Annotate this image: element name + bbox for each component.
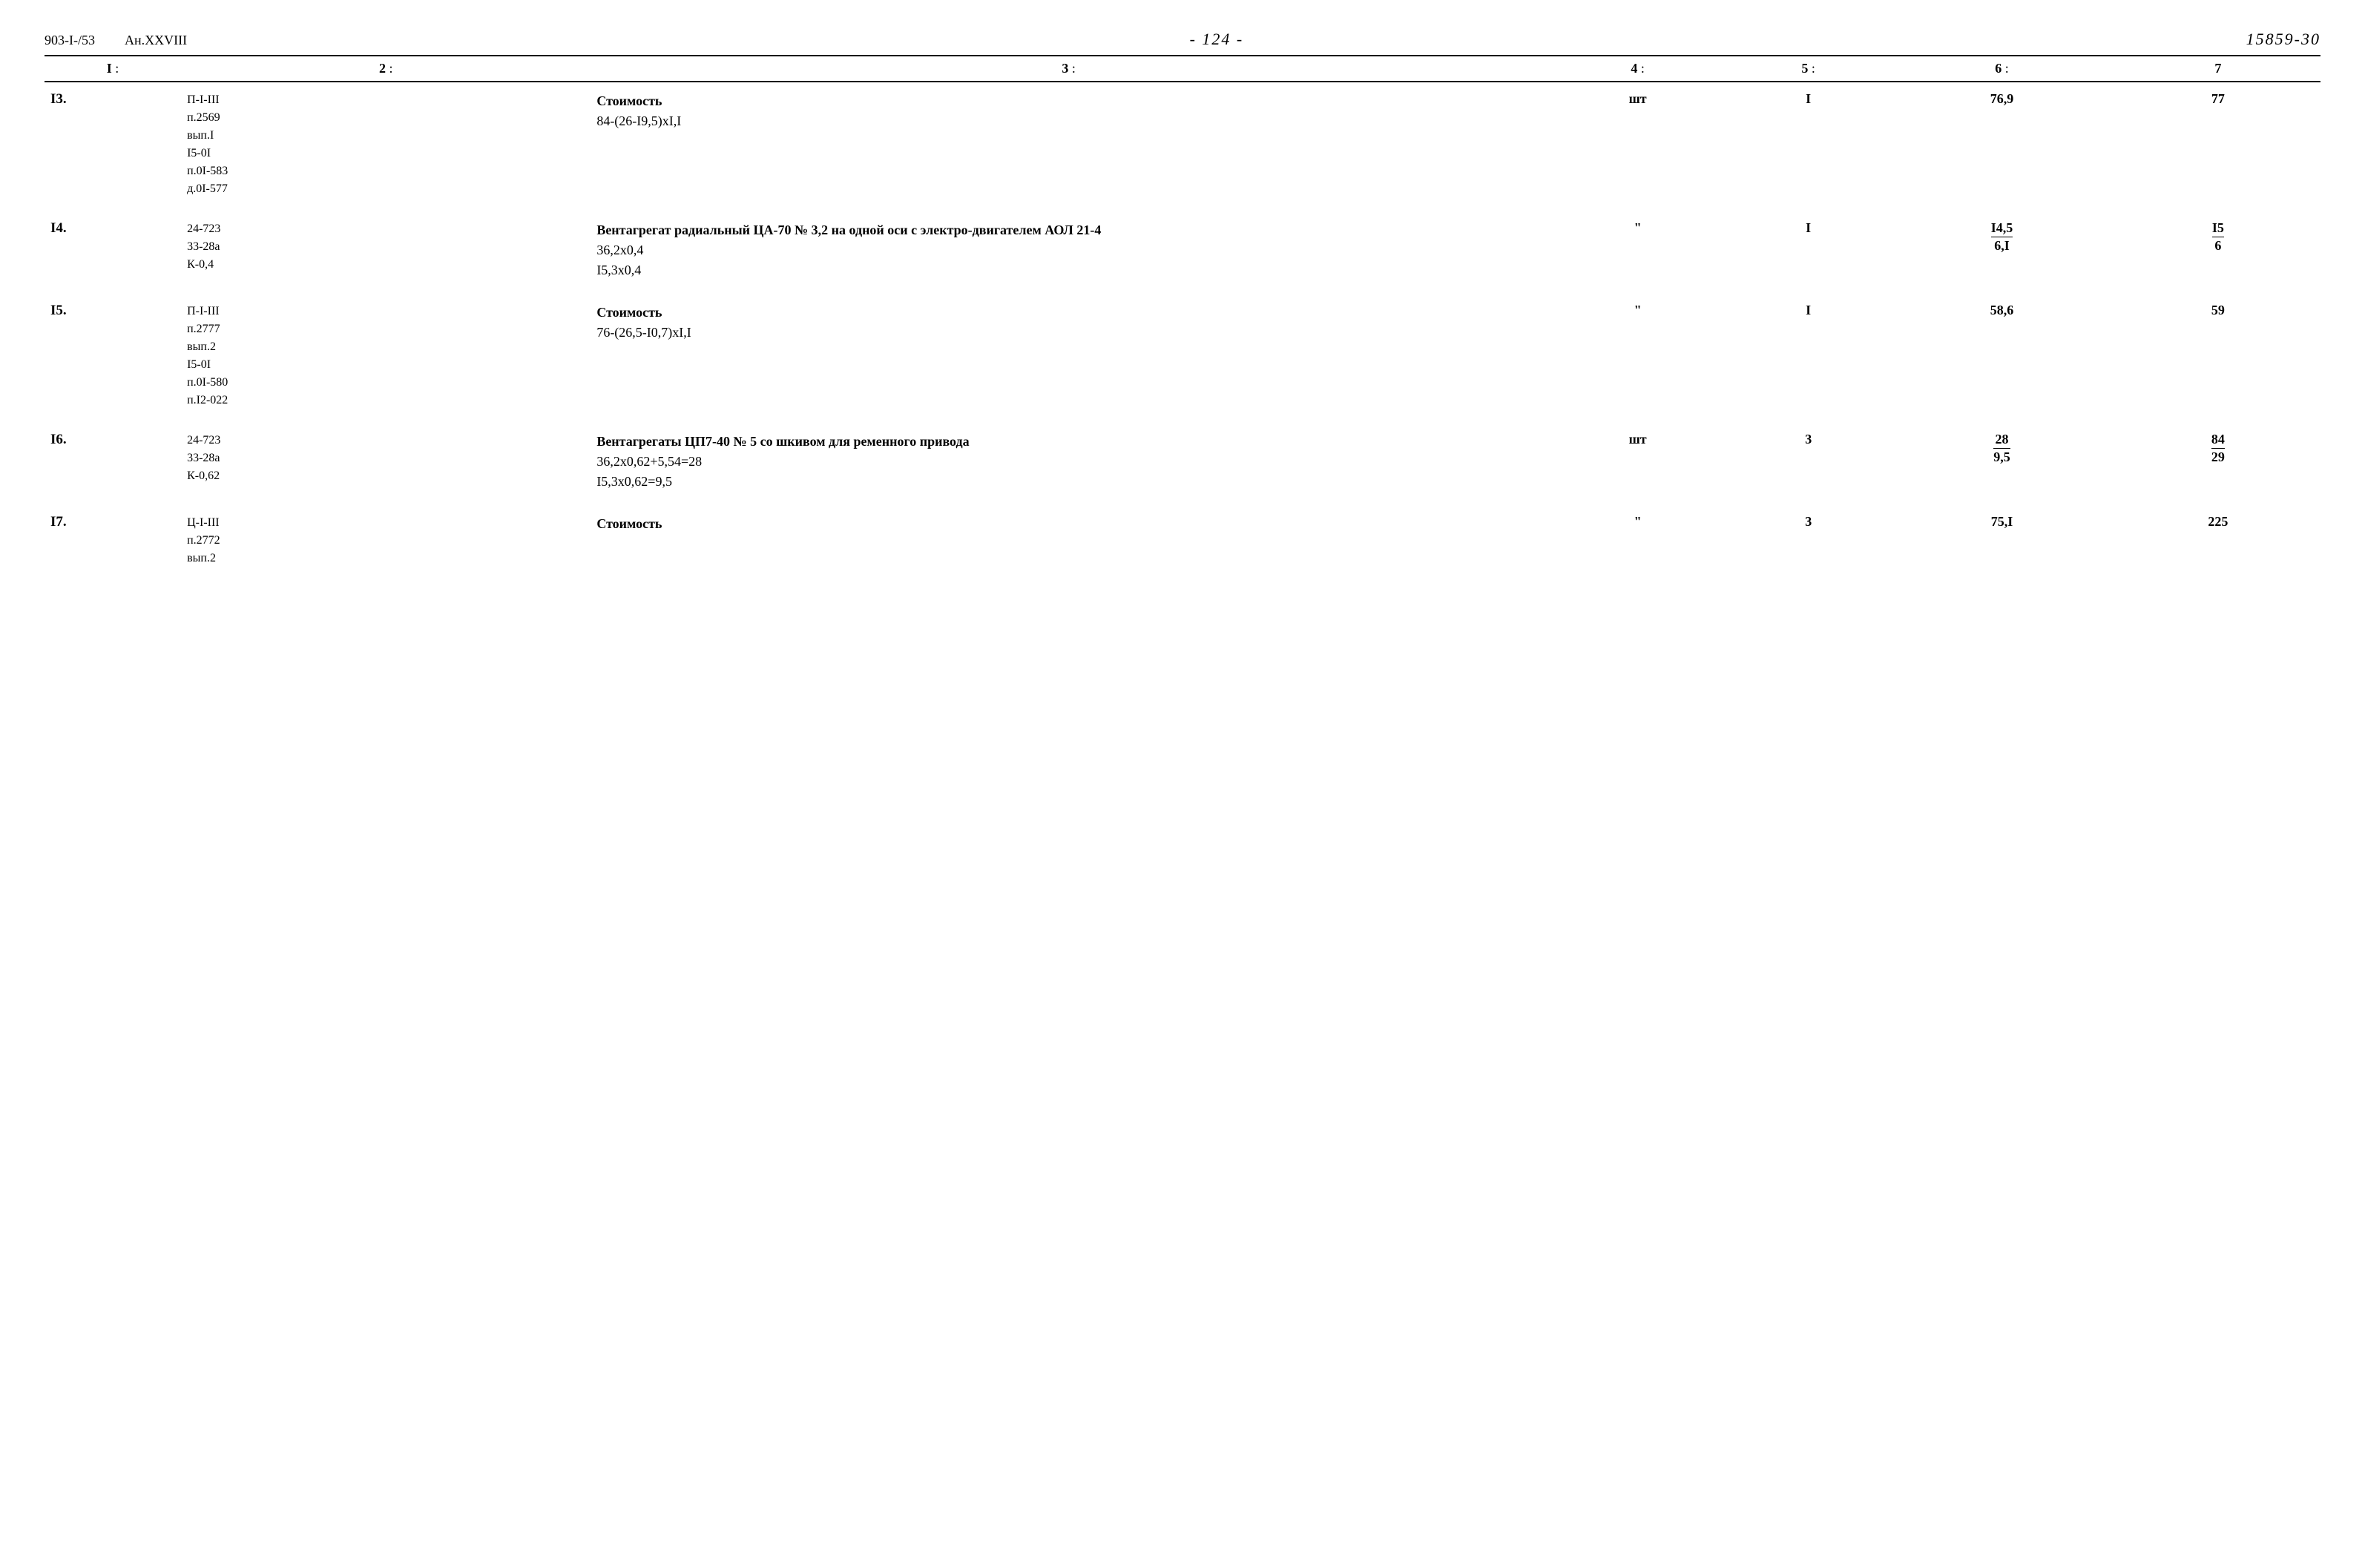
row-unit: шт	[1547, 423, 1728, 495]
row-price: 75,I	[1888, 505, 2116, 570]
row-total: 77	[2116, 82, 2320, 201]
row-number: I5.	[45, 294, 181, 412]
row-qty: 3	[1728, 505, 1888, 570]
doc-number: 903-I-/53	[45, 33, 95, 48]
row-unit: "	[1547, 211, 1728, 283]
row-total: 8429	[2116, 423, 2320, 495]
row-unit: "	[1547, 294, 1728, 412]
row-number: I4.	[45, 211, 181, 283]
row-total: 59	[2116, 294, 2320, 412]
row-spacer	[45, 412, 2320, 423]
row-refs: П-I-IIIп.2569вып.II5-0Iп.0I-583д.0I-577	[181, 82, 591, 201]
row-qty: I	[1728, 211, 1888, 283]
row-price: 58,6	[1888, 294, 2116, 412]
row-description: Стоимость	[591, 505, 1547, 570]
col-header-3: 3 :	[591, 56, 1547, 82]
row-total: I56	[2116, 211, 2320, 283]
table-row: I5.П-I-IIIп.2777вып.2I5-0Iп.0I-580п.I2-0…	[45, 294, 2320, 412]
row-qty: I	[1728, 294, 1888, 412]
table-row: I4.24-72333-28аК-0,4Вентагрегат радиальн…	[45, 211, 2320, 283]
row-refs: 24-72333-28аК-0,62	[181, 423, 591, 495]
row-number: I3.	[45, 82, 181, 201]
row-unit: "	[1547, 505, 1728, 570]
row-spacer	[45, 495, 2320, 505]
table-row: I7.Ц-I-IIIп.2772вып.2Стоимость"375,I225	[45, 505, 2320, 570]
col-header-5: 5 :	[1728, 56, 1888, 82]
row-spacer	[45, 283, 2320, 294]
row-refs: 24-72333-28аК-0,4	[181, 211, 591, 283]
col-header-2: 2 :	[181, 56, 591, 82]
page-number: - 124 -	[1190, 30, 1244, 49]
row-qty: I	[1728, 82, 1888, 201]
row-description: Стоимость84-(26-I9,5)xI,I	[591, 82, 1547, 201]
row-price: I4,56,I	[1888, 211, 2116, 283]
row-unit: шт	[1547, 82, 1728, 201]
col-header-4: 4 :	[1547, 56, 1728, 82]
row-number: I6.	[45, 423, 181, 495]
col-header-1: I :	[45, 56, 181, 82]
row-total: 225	[2116, 505, 2320, 570]
row-refs: П-I-IIIп.2777вып.2I5-0Iп.0I-580п.I2-022	[181, 294, 591, 412]
col-header-6: 6 :	[1888, 56, 2116, 82]
row-description: Вентагрегаты ЦП7-40 № 5 со шкивом для ре…	[591, 423, 1547, 495]
row-description: Вентагрегат радиальный ЦА-70 № 3,2 на од…	[591, 211, 1547, 283]
row-refs: Ц-I-IIIп.2772вып.2	[181, 505, 591, 570]
table-row: I6.24-72333-28аК-0,62Вентагрегаты ЦП7-40…	[45, 423, 2320, 495]
main-table: I : 2 : 3 : 4 : 5 : 6 : 7 I3.П-I-IIIп.25…	[45, 55, 2320, 581]
row-spacer	[45, 570, 2320, 581]
row-spacer	[45, 201, 2320, 211]
ref-number: 15859-30	[2246, 30, 2320, 49]
col-header-7: 7	[2116, 56, 2320, 82]
row-price: 289,5	[1888, 423, 2116, 495]
header-left: 903-I-/53 Ан.XXVIII	[45, 33, 187, 48]
table-row: I3.П-I-IIIп.2569вып.II5-0Iп.0I-583д.0I-5…	[45, 82, 2320, 201]
appendix: Ан.XXVIII	[125, 33, 187, 48]
page-header: 903-I-/53 Ан.XXVIII - 124 - 15859-30	[45, 30, 2320, 49]
row-number: I7.	[45, 505, 181, 570]
row-qty: 3	[1728, 423, 1888, 495]
row-description: Стоимость76-(26,5-I0,7)xI,I	[591, 294, 1547, 412]
row-price: 76,9	[1888, 82, 2116, 201]
column-header-row: I : 2 : 3 : 4 : 5 : 6 : 7	[45, 56, 2320, 82]
